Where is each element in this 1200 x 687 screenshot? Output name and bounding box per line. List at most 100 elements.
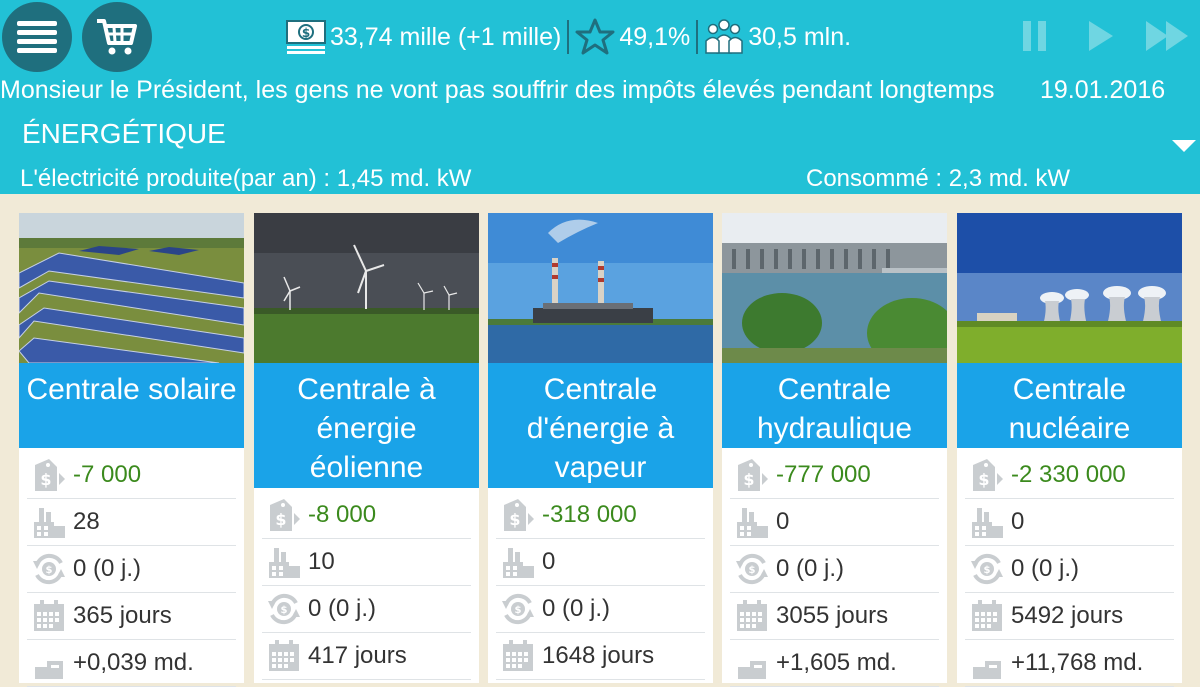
fast-forward-icon <box>1146 21 1188 51</box>
duration-row: 3055 jours <box>730 593 939 640</box>
plant-stats: $ -7 000 28 $ 0 (0 j.) 365 jours +0,039 … <box>19 452 244 687</box>
income-time: 0 (0 j.) <box>1011 555 1080 582</box>
news-ticker: Monsieur le Président, les gens ne vont … <box>0 76 995 104</box>
nuclear-towers-photo <box>957 213 1182 363</box>
play-button[interactable] <box>1086 18 1116 59</box>
duration-row: 1648 jours <box>496 633 705 680</box>
svg-text:$: $ <box>978 470 989 489</box>
factory-icon <box>262 542 306 582</box>
income-icon <box>27 643 71 683</box>
income-time-row: $ 0 (0 j.) <box>27 546 236 593</box>
plant-count: 0 <box>1011 508 1025 535</box>
svg-text:$: $ <box>984 565 991 576</box>
plant-cost: -318 000 <box>542 501 637 528</box>
count-row: 10 <box>262 539 471 586</box>
thermal-plant-photo <box>488 213 713 363</box>
cycle-coin-icon: $ <box>496 589 540 629</box>
build-duration: 365 jours <box>73 602 172 629</box>
duration-row: 5492 jours <box>965 593 1174 640</box>
plant-cost: -2 330 000 <box>1011 461 1126 488</box>
produced-electricity: L'électricité produite(par an) : 1,45 md… <box>20 165 472 192</box>
profit-row: +1,605 md. <box>730 640 939 687</box>
plant-name: Centrale solaire <box>19 363 244 448</box>
menu-icon <box>17 21 57 53</box>
plant-profit: +0,039 md. <box>73 649 194 676</box>
income-time: 0 (0 j.) <box>542 595 611 622</box>
population-stat: 30,5 mln. <box>704 19 851 55</box>
calendar-icon <box>496 636 540 676</box>
plant-card-solar[interactable]: Centrale solaire $ -7 000 28 $ 0 (0 j.) … <box>19 213 244 687</box>
plant-count: 0 <box>542 548 556 575</box>
factory-icon <box>27 502 71 542</box>
cost-row: $ -318 000 <box>496 492 705 539</box>
status-stats: $ 33,74 mille (+1 mille) 49,1% 30,5 mln. <box>286 14 851 60</box>
calendar-icon <box>27 596 71 636</box>
hydro-dam-photo <box>722 213 947 363</box>
svg-text:$: $ <box>749 565 756 576</box>
consumed-electricity: Consommé : 2,3 md. kW <box>806 165 1071 192</box>
svg-text:$: $ <box>302 26 310 40</box>
money-value: 33,74 mille (+1 mille) <box>330 22 562 51</box>
svg-text:$: $ <box>40 470 51 489</box>
star-icon <box>575 18 615 55</box>
plant-card-steam[interactable]: Centrale d'énergie à vapeur $ -318 000 0… <box>488 213 713 683</box>
income-time: 0 (0 j.) <box>308 595 377 622</box>
income-time: 0 (0 j.) <box>73 555 142 582</box>
top-bar: $ 33,74 mille (+1 mille) 49,1% 30,5 mln.… <box>0 0 1200 194</box>
cost-row: $ -777 000 <box>730 452 939 499</box>
solar-panels-photo <box>19 213 244 363</box>
plant-count: 28 <box>73 508 100 535</box>
fast-forward-button[interactable] <box>1144 18 1194 59</box>
plant-stats: $ -2 330 000 0 $ 0 (0 j.) 5492 jours +11… <box>957 452 1182 687</box>
income-time-row: $ 0 (0 j.) <box>965 546 1174 593</box>
plant-cost: -7 000 <box>73 461 142 488</box>
income-time-row: $ 0 (0 j.) <box>496 586 705 633</box>
rating-value: 49,1% <box>619 22 691 51</box>
cost-row: $ -7 000 <box>27 452 236 499</box>
expand-section-button[interactable] <box>1172 140 1196 159</box>
population-value: 30,5 mln. <box>748 22 852 51</box>
cycle-coin-icon: $ <box>262 589 306 629</box>
pause-button[interactable] <box>1020 18 1050 59</box>
build-duration: 417 jours <box>308 642 407 669</box>
calendar-icon <box>262 636 306 676</box>
build-duration: 3055 jours <box>776 602 889 629</box>
svg-text:$: $ <box>46 565 53 576</box>
section-title: ÉNERGÉTIQUE <box>22 118 226 149</box>
plant-card-hydro[interactable]: Centrale hydraulique $ -777 000 0 $ 0 (0… <box>722 213 947 687</box>
factory-icon <box>496 542 540 582</box>
shop-button[interactable] <box>82 2 152 72</box>
svg-text:$: $ <box>743 470 754 489</box>
plant-card-wind[interactable]: Centrale à énergie éolienne $ -8 000 10 … <box>254 213 479 683</box>
plant-name: Centrale nucléaire <box>957 363 1182 448</box>
factory-icon <box>965 502 1009 542</box>
plant-name: Centrale à énergie éolienne <box>254 363 479 488</box>
plant-card-nuclear[interactable]: Centrale nucléaire $ -2 330 000 0 $ 0 (0… <box>957 213 1182 687</box>
stat-divider <box>696 20 699 54</box>
price-tag-icon: $ <box>730 455 774 495</box>
plant-stats: $ -318 000 0 $ 0 (0 j.) 1648 jours <box>488 492 713 680</box>
menu-button[interactable] <box>2 2 72 72</box>
income-time-row: $ 0 (0 j.) <box>262 586 471 633</box>
money-icon: $ <box>286 20 326 54</box>
price-tag-icon: $ <box>262 495 306 535</box>
income-icon <box>965 643 1009 683</box>
svg-text:$: $ <box>275 510 286 529</box>
stat-divider <box>567 20 570 54</box>
svg-text:$: $ <box>515 605 522 616</box>
cycle-coin-icon: $ <box>27 549 71 589</box>
cost-row: $ -8 000 <box>262 492 471 539</box>
build-duration: 5492 jours <box>1011 602 1124 629</box>
profit-row: +11,768 md. <box>965 640 1174 687</box>
svg-text:$: $ <box>509 510 520 529</box>
income-time-row: $ 0 (0 j.) <box>730 546 939 593</box>
count-row: 0 <box>496 539 705 586</box>
price-tag-icon: $ <box>965 455 1009 495</box>
plant-stats: $ -777 000 0 $ 0 (0 j.) 3055 jours +1,60… <box>722 452 947 687</box>
plant-count: 0 <box>776 508 790 535</box>
svg-text:$: $ <box>281 605 288 616</box>
count-row: 0 <box>965 499 1174 546</box>
play-icon <box>1089 21 1113 51</box>
count-row: 28 <box>27 499 236 546</box>
profit-row: +0,039 md. <box>27 640 236 687</box>
